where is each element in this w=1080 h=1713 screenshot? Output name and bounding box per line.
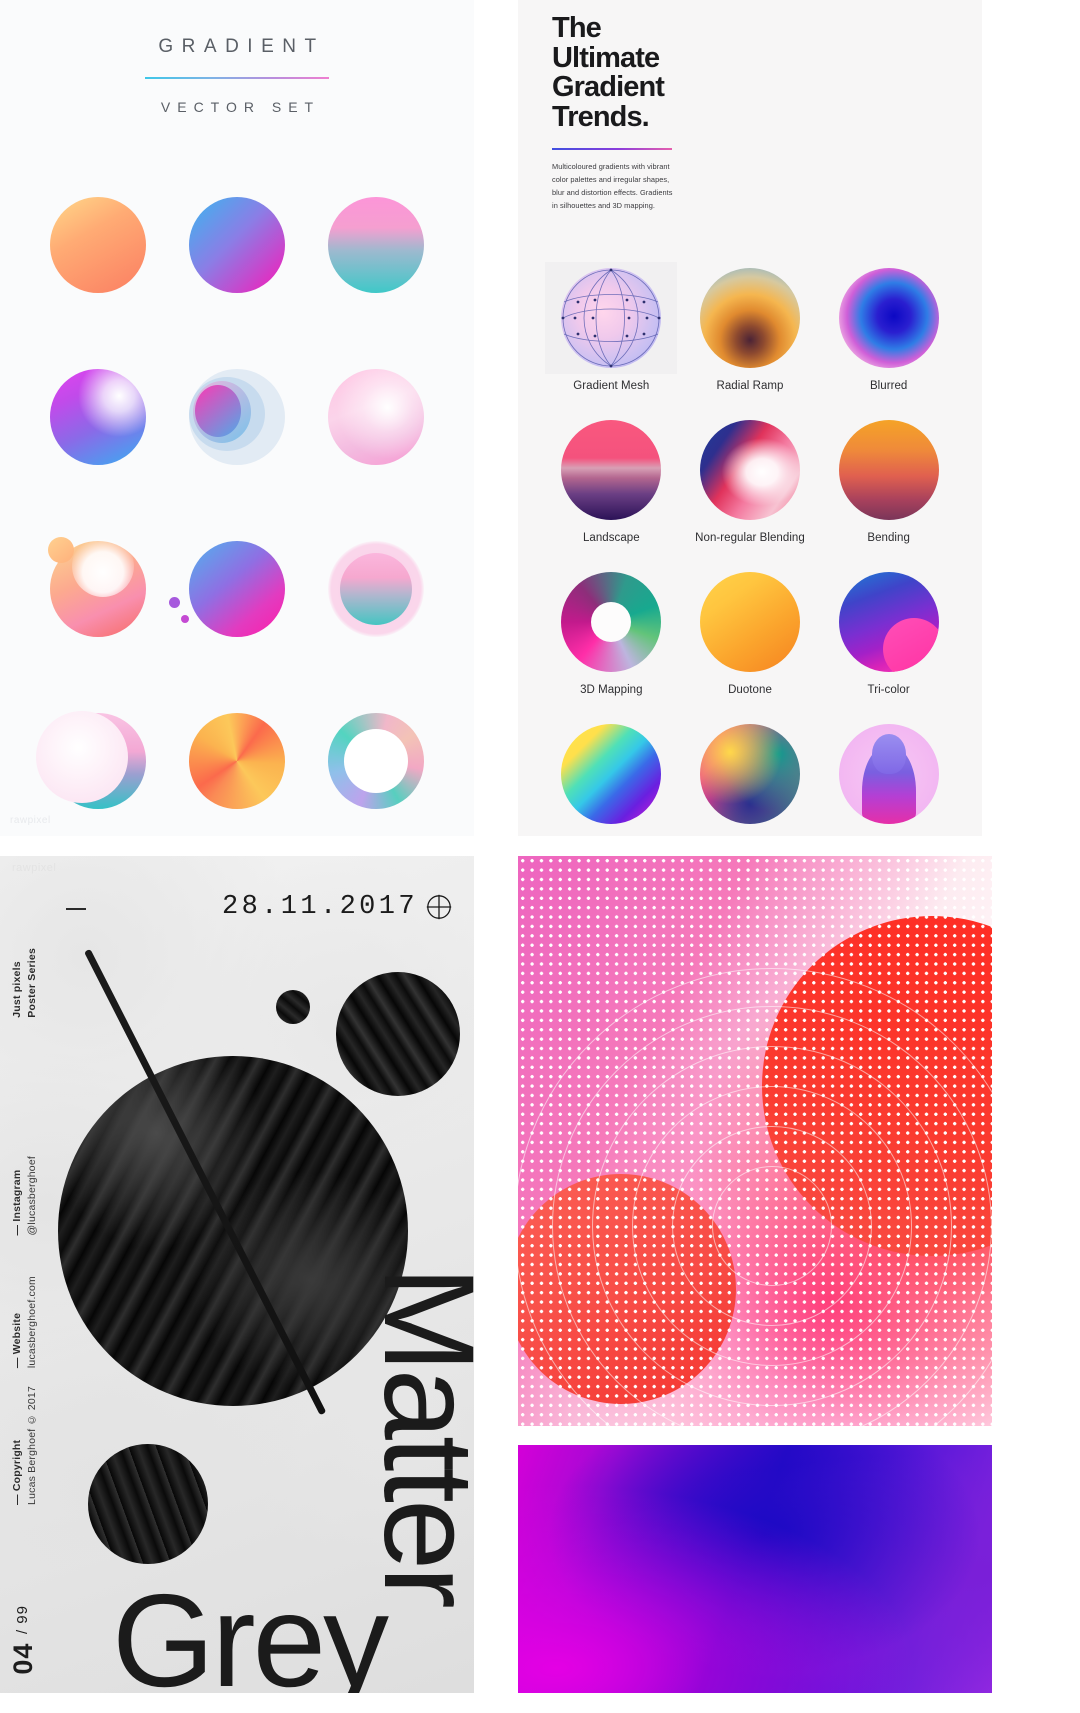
poster-dash-mark (66, 908, 86, 910)
poster-instagram-value[interactable]: @lucasberghoef (25, 1156, 40, 1235)
swatch-magenta-white-sphere (49, 369, 146, 465)
vector-set-subtitle: VECTOR SET (160, 99, 321, 115)
poster-edition-current: 04 (8, 1642, 38, 1675)
trend-item-blurred: Blurred (823, 262, 955, 414)
trends-title-line-3: Gradient (552, 71, 665, 104)
orb-bending (838, 420, 939, 521)
orb-tri-color (838, 572, 939, 673)
trend-label-bending: Bending (867, 532, 910, 545)
crosshair-circle-icon (426, 894, 452, 920)
poster-instagram-label: — Instagram (11, 1169, 23, 1236)
trend-item-multi-color: Multi-Color (684, 718, 816, 836)
poster-orb-secondary (336, 972, 460, 1096)
trend-label-non-regular-blending: Non-regular Blending (695, 532, 805, 545)
poster-edition-number: 04 / 99 (8, 1605, 39, 1675)
poster-copyright-block: — Copyright Lucas Berghoef © 2017 (10, 1386, 40, 1505)
trend-label-landscape: Landscape (582, 532, 640, 545)
trend-item-silhouette: Silhouette (823, 718, 955, 836)
trend-item-non-regular-blending: Non-regular Blending (684, 414, 816, 566)
poster-copyright-label: — Copyright (11, 1439, 23, 1505)
swatch-pink-teal-sphere (328, 197, 425, 293)
trend-label-blurred: Blurred (869, 380, 908, 393)
trend-item-radial-ramp: Radial Ramp (684, 262, 816, 414)
trend-item-duotone: Duotone (684, 566, 816, 718)
swatch-liquid-splat (168, 541, 285, 637)
panel-grey-matter-poster: rawpixel 28.11.2017 Just pixels Poster S… (0, 856, 474, 1693)
poster-orb-small (276, 990, 310, 1024)
trend-label-tri-color: Tri-color (867, 684, 910, 697)
trends-title-line-4: Trends. (552, 100, 650, 133)
poster-series-name: Poster Series (25, 948, 38, 1018)
vector-set-title: GRADIENT (158, 36, 325, 57)
trend-item-3d-mapping: 3D Mapping (545, 566, 677, 718)
swatch-crescent-peach (47, 535, 146, 637)
orb-landscape (561, 420, 662, 521)
trend-label-gradient-mesh: Gradient Mesh (573, 380, 650, 393)
poster-showcase-page: GRADIENT VECTOR SET rawpixel The Ultimat… (0, 0, 1080, 1713)
poster-title-horizontal: Grey (112, 1567, 389, 1694)
swatch-soft-pink-sphere (328, 369, 425, 465)
poster-series-label: Just pixels (11, 961, 23, 1018)
trends-title-line-2: Ultimate (552, 41, 660, 74)
poster-orb-bottom (88, 1444, 208, 1564)
poster-date: 28.11.2017 (221, 892, 418, 922)
orb-gradient-mesh (561, 268, 662, 369)
orb-radial-ramp (699, 268, 800, 369)
poster-website-block[interactable]: — Website lucasberghoef.com (10, 1276, 40, 1368)
orb-multi-color (699, 724, 800, 825)
trend-label-radial-ramp: Radial Ramp (716, 380, 784, 393)
poster-website-label: — Website (11, 1312, 23, 1369)
trend-item-bending: Bending (823, 414, 955, 566)
trends-specimen-grid: Gradient Mesh Radial Ramp Blurred Landsc… (542, 262, 958, 836)
halftone-artwork (518, 856, 992, 1426)
swatch-quadrant-orange (188, 713, 285, 809)
trend-label-3d-mapping: 3D Mapping (580, 684, 643, 697)
trends-body-text: Multicoloured gradients with vibrant col… (552, 162, 673, 210)
poster-instagram-block[interactable]: — Instagram @lucasberghoef (10, 1156, 40, 1235)
trend-item-landscape: Landscape (545, 414, 677, 566)
trends-title: The Ultimate Gradient Trends. (552, 12, 822, 133)
swatch-blue-pink-sphere (188, 197, 285, 293)
vector-set-swatch-grid (0, 159, 474, 836)
trends-title-line-1: The (552, 12, 602, 44)
panel-halftone-poster (518, 856, 992, 1693)
trend-item-tri-color: Tri-color (823, 566, 955, 718)
trend-item-gradient-mesh: Gradient Mesh (545, 262, 678, 414)
orb-non-regular-blending (699, 420, 800, 521)
poster-title-vertical: Matter (357, 1266, 474, 1605)
swatch-peach-sphere (49, 197, 146, 293)
vector-set-header: GRADIENT VECTOR SET (0, 0, 474, 115)
gradient-rule (145, 77, 329, 79)
orb-retro-style (561, 724, 662, 825)
orb-duotone (699, 572, 800, 673)
orb-blurred (838, 268, 939, 369)
poster-series-block: Just pixels Poster Series (10, 948, 40, 1018)
swatch-halo-sphere (328, 541, 425, 637)
poster-sidebar-meta: Just pixels Poster Series — Instagram @l… (8, 856, 56, 1693)
swatch-crescent-moon (35, 711, 146, 809)
trend-label-duotone: Duotone (728, 684, 772, 697)
poster-edition-total: / 99 (14, 1605, 31, 1635)
trends-header: The Ultimate Gradient Trends. Multicolou… (518, 0, 982, 212)
panel-gradient-vector-set: GRADIENT VECTOR SET rawpixel (0, 0, 474, 836)
orb-3d-mapping (561, 572, 662, 673)
vector-set-watermark: rawpixel (10, 815, 51, 826)
halftone-gradient-strip (518, 1445, 992, 1693)
swatch-concentric-rings (188, 369, 285, 465)
panel-gradient-trends: The Ultimate Gradient Trends. Multicolou… (518, 0, 982, 836)
poster-website-value[interactable]: lucasberghoef.com (25, 1276, 40, 1368)
swatch-gradient-ring (328, 713, 425, 809)
poster-copyright-value: Lucas Berghoef © 2017 (25, 1386, 38, 1505)
trends-rule (552, 148, 672, 151)
orb-silhouette (838, 724, 939, 825)
halftone-dot-screen (518, 856, 992, 1426)
trend-item-retro-style: Retro Style (545, 718, 677, 836)
